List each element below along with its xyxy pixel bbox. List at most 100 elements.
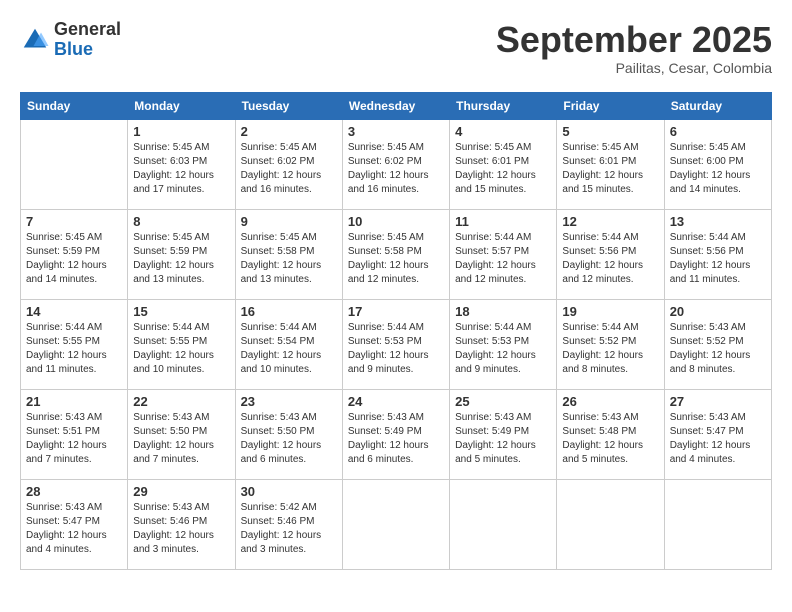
day-number: 1 xyxy=(133,124,229,139)
day-info: Sunrise: 5:45 AM Sunset: 5:59 PM Dayligh… xyxy=(26,231,122,287)
day-info: Sunrise: 5:45 AM Sunset: 6:01 PM Dayligh… xyxy=(562,141,658,197)
day-info: Sunrise: 5:44 AM Sunset: 5:57 PM Dayligh… xyxy=(455,231,551,287)
calendar-cell: 22 Sunrise: 5:43 AM Sunset: 5:50 PM Dayli… xyxy=(128,389,235,479)
weekday-header-monday: Monday xyxy=(128,92,235,119)
day-number: 5 xyxy=(562,124,658,139)
day-info: Sunrise: 5:44 AM Sunset: 5:53 PM Dayligh… xyxy=(348,321,444,377)
day-info: Sunrise: 5:44 AM Sunset: 5:55 PM Dayligh… xyxy=(26,321,122,377)
day-info: Sunrise: 5:42 AM Sunset: 5:46 PM Dayligh… xyxy=(241,501,337,557)
weekday-header-sunday: Sunday xyxy=(21,92,128,119)
logo-text: General Blue xyxy=(54,20,121,60)
logo-icon xyxy=(20,25,50,55)
day-info: Sunrise: 5:44 AM Sunset: 5:53 PM Dayligh… xyxy=(455,321,551,377)
calendar-body: 1Sunrise: 5:45 AM Sunset: 6:03 PM Daylig… xyxy=(21,119,772,569)
day-info: Sunrise: 5:43 AM Sunset: 5:49 PM Dayligh… xyxy=(455,411,551,467)
week-row-3: 14 Sunrise: 5:44 AM Sunset: 5:55 PM Dayli… xyxy=(21,299,772,389)
month-title: September 2025 xyxy=(496,20,772,60)
calendar-cell: 19Sunrise: 5:44 AM Sunset: 5:52 PM Dayli… xyxy=(557,299,664,389)
week-row-1: 1Sunrise: 5:45 AM Sunset: 6:03 PM Daylig… xyxy=(21,119,772,209)
day-info: Sunrise: 5:45 AM Sunset: 5:58 PM Dayligh… xyxy=(241,231,337,287)
day-info: Sunrise: 5:44 AM Sunset: 5:54 PM Dayligh… xyxy=(241,321,337,377)
day-number: 2 xyxy=(241,124,337,139)
calendar-cell: 5 Sunrise: 5:45 AM Sunset: 6:01 PM Daylig… xyxy=(557,119,664,209)
week-row-4: 21 Sunrise: 5:43 AM Sunset: 5:51 PM Dayli… xyxy=(21,389,772,479)
day-number: 11 xyxy=(455,214,551,229)
day-number: 3 xyxy=(348,124,444,139)
calendar-cell: 18 Sunrise: 5:44 AM Sunset: 5:53 PM Dayli… xyxy=(450,299,557,389)
calendar-cell xyxy=(450,479,557,569)
calendar-cell: 17Sunrise: 5:44 AM Sunset: 5:53 PM Dayli… xyxy=(342,299,449,389)
day-number: 6 xyxy=(670,124,766,139)
week-row-5: 28Sunrise: 5:43 AM Sunset: 5:47 PM Dayli… xyxy=(21,479,772,569)
calendar-header: SundayMondayTuesdayWednesdayThursdayFrid… xyxy=(21,92,772,119)
day-info: Sunrise: 5:45 AM Sunset: 6:00 PM Dayligh… xyxy=(670,141,766,197)
day-number: 29 xyxy=(133,484,229,499)
day-info: Sunrise: 5:44 AM Sunset: 5:56 PM Dayligh… xyxy=(670,231,766,287)
day-info: Sunrise: 5:43 AM Sunset: 5:52 PM Dayligh… xyxy=(670,321,766,377)
day-number: 25 xyxy=(455,394,551,409)
day-number: 28 xyxy=(26,484,122,499)
calendar-cell xyxy=(557,479,664,569)
title-block: September 2025 Pailitas, Cesar, Colombia xyxy=(496,20,772,76)
day-number: 19 xyxy=(562,304,658,319)
calendar-cell xyxy=(664,479,771,569)
calendar-cell: 4Sunrise: 5:45 AM Sunset: 6:01 PM Daylig… xyxy=(450,119,557,209)
day-number: 10 xyxy=(348,214,444,229)
day-number: 12 xyxy=(562,214,658,229)
day-number: 23 xyxy=(241,394,337,409)
day-number: 24 xyxy=(348,394,444,409)
page-header: General Blue September 2025 Pailitas, Ce… xyxy=(20,20,772,76)
weekday-header-saturday: Saturday xyxy=(664,92,771,119)
calendar-cell: 1Sunrise: 5:45 AM Sunset: 6:03 PM Daylig… xyxy=(128,119,235,209)
calendar-cell: 29 Sunrise: 5:43 AM Sunset: 5:46 PM Dayli… xyxy=(128,479,235,569)
day-number: 22 xyxy=(133,394,229,409)
day-info: Sunrise: 5:43 AM Sunset: 5:50 PM Dayligh… xyxy=(133,411,229,467)
day-info: Sunrise: 5:45 AM Sunset: 6:02 PM Dayligh… xyxy=(348,141,444,197)
logo: General Blue xyxy=(20,20,121,60)
day-info: Sunrise: 5:43 AM Sunset: 5:46 PM Dayligh… xyxy=(133,501,229,557)
calendar-cell: 26 Sunrise: 5:43 AM Sunset: 5:48 PM Dayli… xyxy=(557,389,664,479)
calendar-cell: 3 Sunrise: 5:45 AM Sunset: 6:02 PM Daylig… xyxy=(342,119,449,209)
calendar-cell: 10 Sunrise: 5:45 AM Sunset: 5:58 PM Dayli… xyxy=(342,209,449,299)
day-number: 20 xyxy=(670,304,766,319)
calendar-cell: 7 Sunrise: 5:45 AM Sunset: 5:59 PM Daylig… xyxy=(21,209,128,299)
day-number: 18 xyxy=(455,304,551,319)
location-subtitle: Pailitas, Cesar, Colombia xyxy=(496,60,772,76)
calendar-cell: 25 Sunrise: 5:43 AM Sunset: 5:49 PM Dayli… xyxy=(450,389,557,479)
calendar-cell: 6 Sunrise: 5:45 AM Sunset: 6:00 PM Daylig… xyxy=(664,119,771,209)
calendar-cell: 24 Sunrise: 5:43 AM Sunset: 5:49 PM Dayli… xyxy=(342,389,449,479)
calendar-cell: 13 Sunrise: 5:44 AM Sunset: 5:56 PM Dayli… xyxy=(664,209,771,299)
day-number: 15 xyxy=(133,304,229,319)
weekday-header-wednesday: Wednesday xyxy=(342,92,449,119)
day-info: Sunrise: 5:43 AM Sunset: 5:49 PM Dayligh… xyxy=(348,411,444,467)
day-info: Sunrise: 5:43 AM Sunset: 5:51 PM Dayligh… xyxy=(26,411,122,467)
day-number: 27 xyxy=(670,394,766,409)
calendar-cell: 14 Sunrise: 5:44 AM Sunset: 5:55 PM Dayli… xyxy=(21,299,128,389)
day-number: 7 xyxy=(26,214,122,229)
calendar-cell: 9 Sunrise: 5:45 AM Sunset: 5:58 PM Daylig… xyxy=(235,209,342,299)
calendar-cell: 15 Sunrise: 5:44 AM Sunset: 5:55 PM Dayli… xyxy=(128,299,235,389)
calendar-cell: 30Sunrise: 5:42 AM Sunset: 5:46 PM Dayli… xyxy=(235,479,342,569)
day-info: Sunrise: 5:44 AM Sunset: 5:55 PM Dayligh… xyxy=(133,321,229,377)
weekday-header-row: SundayMondayTuesdayWednesdayThursdayFrid… xyxy=(21,92,772,119)
day-info: Sunrise: 5:44 AM Sunset: 5:56 PM Dayligh… xyxy=(562,231,658,287)
calendar-table: SundayMondayTuesdayWednesdayThursdayFrid… xyxy=(20,92,772,570)
calendar-cell: 11 Sunrise: 5:44 AM Sunset: 5:57 PM Dayli… xyxy=(450,209,557,299)
day-info: Sunrise: 5:45 AM Sunset: 6:01 PM Dayligh… xyxy=(455,141,551,197)
calendar-cell: 12 Sunrise: 5:44 AM Sunset: 5:56 PM Dayli… xyxy=(557,209,664,299)
calendar-cell xyxy=(21,119,128,209)
day-number: 21 xyxy=(26,394,122,409)
calendar-cell xyxy=(342,479,449,569)
weekday-header-tuesday: Tuesday xyxy=(235,92,342,119)
calendar-cell: 16Sunrise: 5:44 AM Sunset: 5:54 PM Dayli… xyxy=(235,299,342,389)
weekday-header-friday: Friday xyxy=(557,92,664,119)
weekday-header-thursday: Thursday xyxy=(450,92,557,119)
day-number: 9 xyxy=(241,214,337,229)
day-number: 26 xyxy=(562,394,658,409)
day-number: 14 xyxy=(26,304,122,319)
day-info: Sunrise: 5:43 AM Sunset: 5:48 PM Dayligh… xyxy=(562,411,658,467)
calendar-cell: 23Sunrise: 5:43 AM Sunset: 5:50 PM Dayli… xyxy=(235,389,342,479)
day-info: Sunrise: 5:45 AM Sunset: 5:58 PM Dayligh… xyxy=(348,231,444,287)
calendar-cell: 21 Sunrise: 5:43 AM Sunset: 5:51 PM Dayli… xyxy=(21,389,128,479)
day-number: 13 xyxy=(670,214,766,229)
